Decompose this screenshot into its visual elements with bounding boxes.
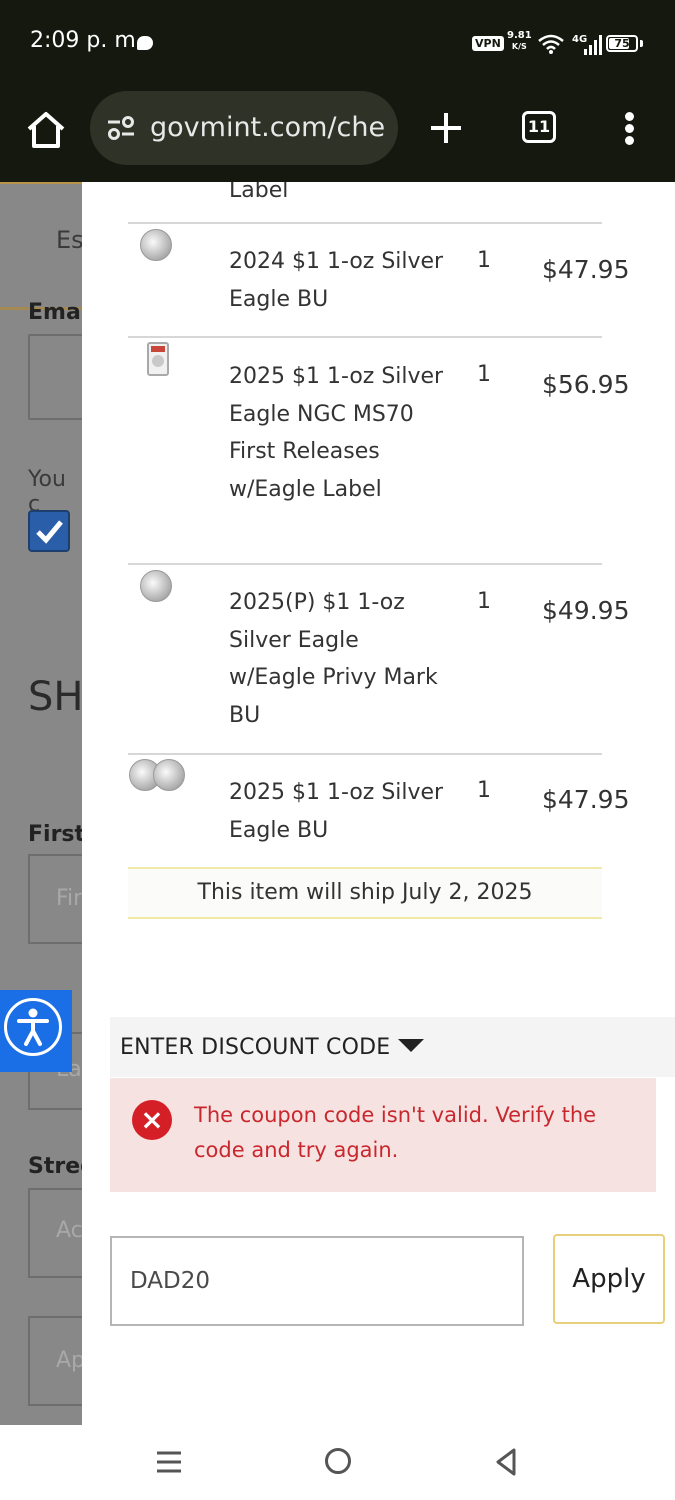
url-text[interactable]: govmint.com/che [150,109,386,147]
plus-icon[interactable] [428,108,464,148]
graded-slab-thumbnail [147,342,169,376]
email-field [28,334,82,420]
item-quantity: 1 [477,778,491,803]
item-name: 2025(P) $1 1-oz Silver Eagle w/Eagle Pri… [229,590,438,728]
accessibility-button[interactable] [0,990,72,1072]
item-price: $47.95 [542,255,630,284]
item-name: 2025 $1 1-oz Silver Eagle NGC MS70 First… [229,364,444,502]
shipping-section-title: SH [28,674,82,720]
ship-date-note: This item will ship July 2, 2025 [128,867,602,919]
item-quantity: 1 [477,589,491,614]
item-price: $47.95 [542,785,630,814]
network-speed-value: 9.81 [507,30,532,41]
tab-switcher-icon[interactable]: 11 [522,111,556,143]
item-quantity: 1 [477,362,491,387]
item-name: 2025 $1 1-oz Silver Eagle BU [229,780,444,843]
street-placeholder: Ac [56,1218,82,1243]
item-price: $49.95 [542,596,630,625]
discount-code-toggle[interactable]: ENTER DISCOUNT CODE [110,1017,675,1077]
row-divider [128,563,602,565]
message-notification-icon [137,36,153,50]
recents-icon[interactable] [156,1450,182,1474]
header-accent-line [0,182,82,184]
coupon-error-message: The coupon code isn't valid. Verify the … [194,1103,597,1162]
silver-eagle-coin-thumbnail [140,229,172,261]
vpn-icon: VPN [472,36,504,51]
back-triangle-icon[interactable] [494,1447,518,1477]
first-name-placeholder: Fir [56,886,82,911]
more-vert-icon[interactable] [620,108,640,148]
caret-down-icon [398,1039,424,1052]
battery-level: 75 [614,37,630,50]
apply-button[interactable]: Apply [553,1234,665,1324]
discount-code-input[interactable] [110,1236,524,1326]
row-divider [128,222,602,224]
network-type-label: 4G [572,34,587,45]
accessibility-person-icon [4,998,62,1056]
first-name-label: First [28,822,82,847]
home-icon[interactable] [24,108,68,152]
order-summary-panel: Label 2024 $1 1-oz Silver Eagle BU 1 $47… [82,182,675,1425]
item-quantity: 1 [477,248,491,273]
checkmark-icon [36,520,63,544]
silver-eagle-coin-thumbnail [140,570,172,602]
battery-icon: 75 [606,35,638,52]
item-price: $56.95 [542,370,630,399]
site-settings-icon[interactable] [106,115,136,141]
status-time: 2:09 p. m. [30,28,143,53]
coupon-error-alert: × The coupon code isn't valid. Verify th… [110,1078,656,1192]
row-divider [128,336,602,338]
consent-checkbox [28,510,70,552]
item-name: 2024 $1 1-oz Silver Eagle BU [229,249,444,312]
discount-code-label: ENTER DISCOUNT CODE [120,1035,391,1060]
cellular-signal-icon: 4G [572,34,602,55]
error-x-icon: × [132,1100,172,1140]
two-coins-thumbnail-second [153,759,185,791]
network-speed: 9.81 K/S [507,30,532,52]
email-label: Ema [28,300,81,325]
background-checkout-page: Es Ema You c SH First Fir La Stree Ac Ap [0,182,82,1425]
battery-tip [640,40,643,47]
system-nav-bar [0,1425,675,1500]
street-label: Stree [28,1154,82,1179]
wifi-icon [538,34,564,54]
background-tab-text: Es [56,226,82,254]
row-divider [128,753,602,755]
home-circle-icon[interactable] [325,1448,351,1474]
network-speed-unit: K/S [511,42,527,51]
cut-off-item-label: Label [229,182,289,203]
apt-placeholder: Ap [56,1348,82,1373]
